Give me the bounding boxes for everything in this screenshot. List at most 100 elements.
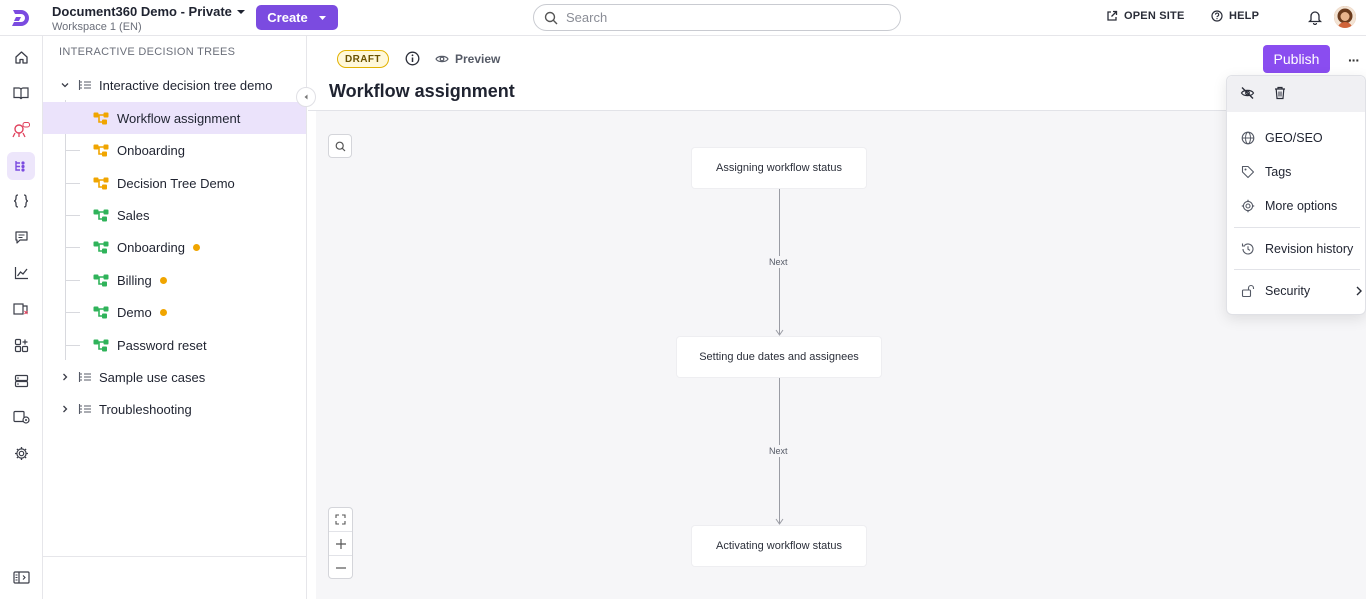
trash-icon[interactable]: [1274, 86, 1286, 100]
rail-documentation[interactable]: [7, 79, 35, 107]
page-title: Workflow assignment: [329, 81, 515, 101]
feedback-icon: [14, 230, 28, 244]
zoom-out-button[interactable]: [329, 556, 352, 580]
tree-item-onboarding-draft[interactable]: Onboarding: [43, 134, 306, 166]
tree-item-password-reset[interactable]: Password reset: [43, 329, 306, 361]
workspace-label: Workspace 1 (EN): [52, 21, 142, 33]
help-icon: [1211, 10, 1223, 22]
draft-tree-icon: [93, 144, 109, 156]
book-icon: [13, 87, 29, 100]
sidebar-toggle-icon: [12, 570, 30, 584]
flow-node-3[interactable]: Activating workflow status: [692, 526, 866, 566]
tree-folder-interactive-decision-tree-demo[interactable]: Interactive decision tree demo: [43, 69, 306, 101]
tree-item-demo[interactable]: Demo: [43, 296, 306, 328]
tree-folder-sample-use-cases[interactable]: Sample use cases: [43, 361, 306, 393]
rail-home[interactable]: [7, 43, 35, 71]
analytics-icon: [14, 267, 28, 280]
collapse-panel-button[interactable]: [296, 87, 316, 107]
rail-drive[interactable]: [7, 367, 35, 395]
rail-widget[interactable]: [7, 403, 35, 431]
decision-tree-icon: [14, 160, 25, 172]
create-button[interactable]: Create: [256, 5, 338, 30]
open-site-link[interactable]: OPEN SITE: [1106, 10, 1184, 22]
fullscreen-icon: [335, 514, 346, 525]
eye-icon: [435, 55, 449, 63]
search-icon: [335, 141, 345, 151]
tree-list-icon: [78, 404, 91, 414]
flow-canvas[interactable]: Assigning workflow status Next Setting d…: [316, 111, 1366, 599]
tree-heading: INTERACTIVE DECISION TREES: [59, 46, 236, 58]
home-icon: [14, 50, 28, 64]
publish-button[interactable]: Publish: [1263, 45, 1330, 73]
tree-item-decision-tree-demo[interactable]: Decision Tree Demo: [43, 167, 306, 199]
more-options-menu: GEO/SEO Tags More options Revision histo…: [1226, 75, 1366, 315]
published-tree-icon: [93, 274, 109, 286]
zoom-controls: [328, 507, 353, 579]
search-bar[interactable]: [533, 4, 901, 31]
editor-area: DRAFT Preview Publish ··· Workflow assig…: [308, 36, 1366, 599]
published-tree-icon: [93, 339, 109, 351]
settings-icon: [14, 446, 28, 460]
rail-settings[interactable]: [7, 439, 35, 467]
tree-item-label: Onboarding: [117, 142, 185, 158]
tree-item-label: Onboarding: [117, 239, 185, 255]
tree-item-workflow-assignment[interactable]: Workflow assignment: [43, 102, 306, 134]
caret-down-icon: [236, 9, 245, 14]
rail-knowledge-base[interactable]: [7, 295, 35, 323]
project-switcher[interactable]: Document360 Demo - Private Workspace 1 (…: [52, 4, 246, 33]
rail-apps[interactable]: [7, 331, 35, 359]
arrow-down-icon: [775, 329, 784, 336]
rail-decision-trees[interactable]: [7, 152, 35, 180]
tree-folder-troubleshooting[interactable]: Troubleshooting: [43, 393, 306, 425]
zoom-in-button[interactable]: [329, 532, 352, 556]
user-avatar[interactable]: [1334, 6, 1356, 28]
flow-node-2[interactable]: Setting due dates and assignees: [677, 337, 881, 377]
globe-icon: [1241, 131, 1255, 145]
help-link[interactable]: HELP: [1211, 10, 1259, 22]
document360-logo-icon[interactable]: [10, 8, 32, 28]
search-icon: [544, 11, 558, 24]
rail-ai-assistant[interactable]: [7, 116, 35, 144]
rail-api[interactable]: [7, 187, 35, 215]
menu-divider: [1234, 227, 1360, 228]
search-input[interactable]: [566, 10, 866, 25]
apps-icon: [14, 338, 28, 352]
bell-icon[interactable]: [1308, 9, 1322, 25]
flow-node-1[interactable]: Assigning workflow status: [692, 148, 866, 188]
chevron-down-icon[interactable]: [59, 79, 71, 91]
hide-icon[interactable]: [1240, 86, 1255, 100]
preview-button[interactable]: Preview: [435, 52, 500, 66]
info-icon[interactable]: [405, 51, 420, 66]
tree-item-billing[interactable]: Billing: [43, 264, 306, 296]
tree-list-icon: [78, 80, 91, 90]
widget-icon: [12, 410, 30, 424]
menu-item-more-options[interactable]: More options: [1241, 196, 1361, 216]
caret-down-icon: [318, 15, 326, 20]
arrow-down-icon: [775, 518, 784, 525]
rail-sidebar-toggle[interactable]: [7, 563, 35, 591]
tree-item-label: Demo: [117, 304, 152, 320]
draft-tree-icon: [93, 112, 109, 124]
menu-item-security[interactable]: Security: [1241, 281, 1363, 301]
tree-item-onboarding-published[interactable]: Onboarding: [43, 231, 306, 263]
menu-item-geo-seo[interactable]: GEO/SEO: [1241, 128, 1361, 148]
chevron-right-icon[interactable]: [59, 371, 71, 383]
canvas-search-button[interactable]: [328, 134, 352, 158]
tree-folder-label: Sample use cases: [99, 369, 206, 385]
chevron-left-icon: [304, 94, 308, 100]
more-options-icon[interactable]: ···: [1348, 52, 1360, 68]
rail-feedback[interactable]: [7, 223, 35, 251]
fit-view-button[interactable]: [329, 508, 352, 532]
published-tree-icon: [93, 209, 109, 221]
tree-item-label: Password reset: [117, 337, 207, 353]
tree-folder-label: Interactive decision tree demo: [99, 77, 273, 93]
gear-icon: [1241, 199, 1255, 213]
drive-icon: [14, 374, 28, 388]
menu-item-tags[interactable]: Tags: [1241, 162, 1361, 182]
menu-item-revision-history[interactable]: Revision history: [1241, 239, 1361, 259]
chevron-right-icon[interactable]: [59, 403, 71, 415]
tree-item-sales[interactable]: Sales: [43, 199, 306, 231]
minus-icon: [335, 567, 346, 569]
avatar-image: [1334, 6, 1356, 28]
rail-analytics[interactable]: [7, 259, 35, 287]
